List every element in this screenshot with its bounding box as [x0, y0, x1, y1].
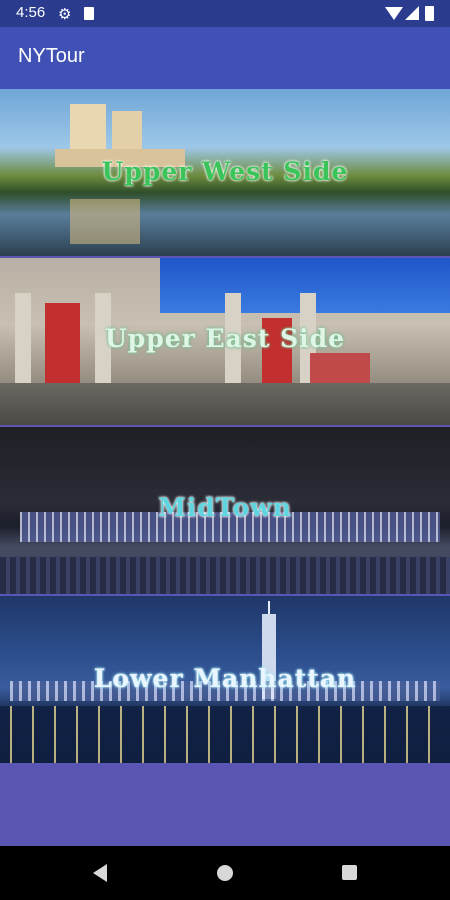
tile-label: Upper East Side [104, 324, 346, 353]
recents-icon[interactable] [342, 865, 357, 880]
tile-lower-manhattan[interactable]: Lower Manhattan [0, 596, 450, 763]
app-bar: NYTour [0, 27, 450, 89]
tile-label: Lower Manhattan [93, 664, 357, 693]
status-bar: 4:56 ⚙ [0, 0, 450, 27]
home-icon[interactable] [217, 865, 233, 881]
back-icon[interactable] [93, 864, 107, 882]
reflection-image [70, 199, 140, 244]
tile-label: Upper West Side [101, 157, 349, 186]
tile-upper-west-side[interactable]: Upper West Side [0, 89, 450, 256]
water-image [0, 706, 450, 763]
navigation-bar [0, 846, 450, 900]
gear-icon: ⚙ [58, 5, 72, 23]
tile-upper-east-side[interactable]: Upper East Side [0, 258, 450, 425]
battery-icon [425, 6, 434, 21]
app-title: NYTour [18, 45, 85, 67]
water-image [0, 557, 450, 594]
signal-icon [405, 6, 419, 20]
neighborhood-list: Upper West Side Upper East Side MidTown … [0, 89, 450, 765]
tile-midtown[interactable]: MidTown [0, 427, 450, 594]
crowd-image [0, 383, 450, 425]
status-time: 4:56 [16, 4, 46, 21]
wifi-icon [385, 7, 403, 20]
sd-card-icon [84, 7, 94, 20]
tile-label: MidTown [158, 493, 292, 522]
